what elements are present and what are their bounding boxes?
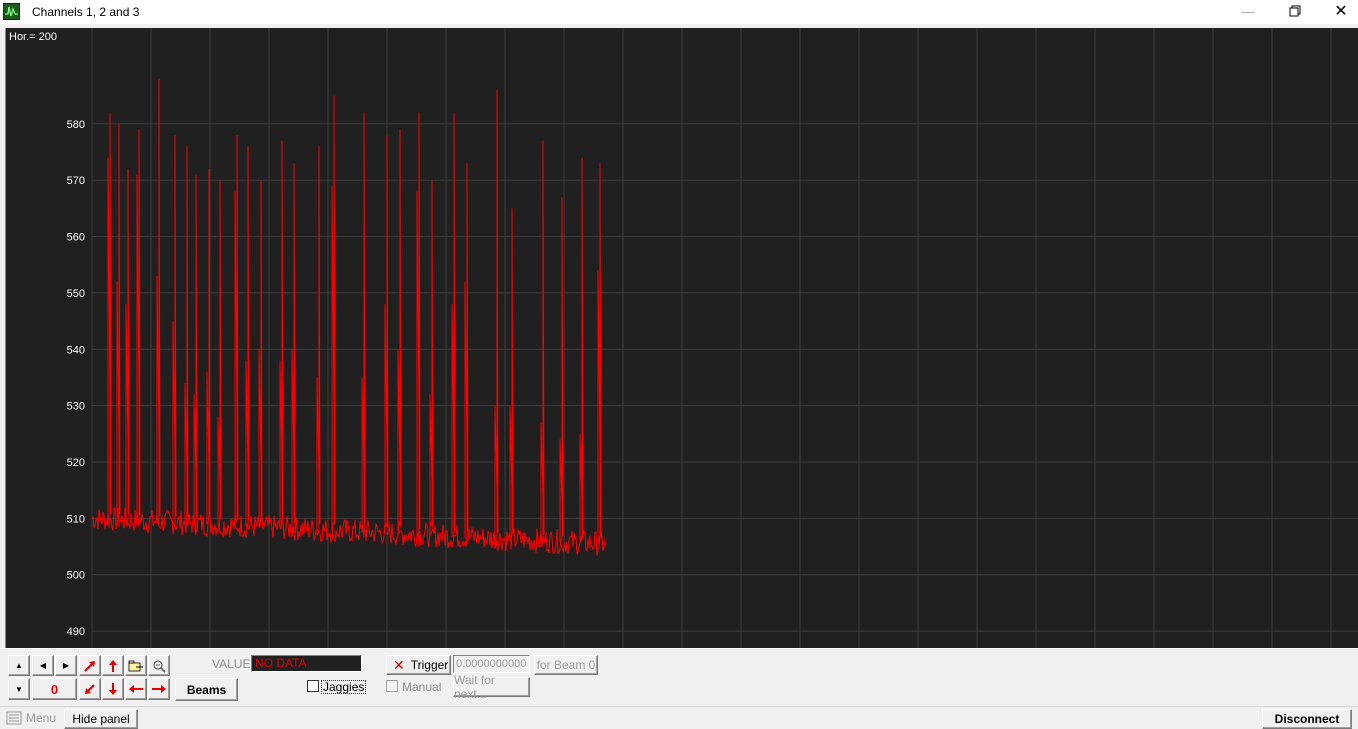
for-beam-button[interactable]: for Beam 0	[534, 655, 598, 675]
status-bar: Menu Hide panel Disconnect	[0, 706, 1358, 729]
y-tick-label: 500	[67, 570, 85, 582]
y-tick-label: 530	[67, 401, 85, 413]
zoom-out-diagonal-button[interactable]	[79, 678, 101, 700]
y-tick-label: 580	[67, 119, 85, 131]
y-tick-label: 560	[67, 232, 85, 244]
zoom-in-diagonal-button[interactable]	[79, 655, 101, 676]
move-right-button[interactable]	[148, 678, 170, 700]
y-tick-label: 490	[67, 626, 85, 638]
arrow-down-icon	[109, 683, 117, 695]
scroll-right-button[interactable]: ▶	[55, 655, 77, 676]
jaggies-checkbox[interactable]	[307, 680, 319, 692]
menu-icon	[6, 711, 22, 725]
y-tick-label: 570	[67, 175, 85, 187]
offset-value-button[interactable]: 0	[32, 678, 77, 700]
y-tick-label: 550	[67, 288, 85, 300]
trigger-button[interactable]: ✕ Trigger	[386, 655, 451, 675]
disconnect-button[interactable]: Disconnect	[1262, 709, 1352, 729]
scale-up-button[interactable]: ▲	[8, 655, 30, 676]
manual-label: Manual	[402, 680, 442, 694]
zoom-button[interactable]	[148, 655, 170, 676]
move-up-button[interactable]	[102, 655, 124, 676]
move-down-button[interactable]	[102, 678, 124, 700]
y-tick-label: 520	[67, 457, 85, 469]
scope-plot: 580 570 560 550 540 530 520 510 500 490 Hor.= 200	[9, 28, 1358, 648]
trigger-label: Trigger	[410, 658, 449, 672]
restore-icon	[1289, 5, 1301, 17]
value-label: VALUE:	[212, 657, 254, 671]
magnifier-icon	[153, 659, 166, 673]
hor-scale-label: Hor.= 200	[9, 31, 57, 43]
app-oscilloscope-icon[interactable]	[3, 3, 20, 20]
jaggies-label[interactable]: Jaggies	[321, 680, 367, 694]
trigger-level-input[interactable]: 0.0000000000	[453, 655, 530, 673]
menu-label: Menu	[26, 711, 57, 725]
signal-trace	[91, 78, 606, 556]
manual-checkbox[interactable]	[386, 680, 398, 692]
control-panel: ▲ ▼ ◀ ▶ 0 Beams VALUE: NO DATA Jaggies ✕…	[0, 648, 1358, 703]
restore-button[interactable]	[1272, 0, 1318, 22]
scale-down-button[interactable]: ▼	[8, 678, 30, 700]
beams-button[interactable]: Beams	[175, 678, 238, 701]
arrow-right-icon	[152, 685, 166, 693]
title-bar: Channels 1, 2 and 3 — ✕	[0, 0, 1358, 24]
value-display: NO DATA	[251, 655, 362, 672]
hide-panel-button[interactable]: Hide panel	[64, 709, 138, 729]
diagonal-arrow-down-icon	[85, 684, 95, 694]
arrow-up-icon	[109, 659, 117, 672]
close-button[interactable]: ✕	[1318, 0, 1358, 22]
trigger-x-icon: ✕	[393, 656, 405, 673]
minimize-button[interactable]: —	[1225, 0, 1271, 22]
open-file-button[interactable]	[125, 655, 147, 676]
menu-button[interactable]: Menu	[6, 711, 56, 725]
wait-for-next-button[interactable]: Wait for next...	[453, 673, 530, 701]
move-left-button[interactable]	[125, 678, 147, 700]
folder-hand-icon	[128, 660, 143, 671]
window-title: Channels 1, 2 and 3	[32, 5, 140, 19]
y-tick-label: 540	[67, 344, 85, 356]
scroll-left-button[interactable]: ◀	[32, 655, 54, 676]
y-tick-label: 510	[67, 513, 85, 525]
scope-display[interactable]: 580 570 560 550 540 530 520 510 500 490 Hor.= 200	[5, 28, 1358, 648]
arrow-left-icon	[129, 685, 143, 693]
diagonal-arrow-up-icon	[84, 660, 95, 672]
